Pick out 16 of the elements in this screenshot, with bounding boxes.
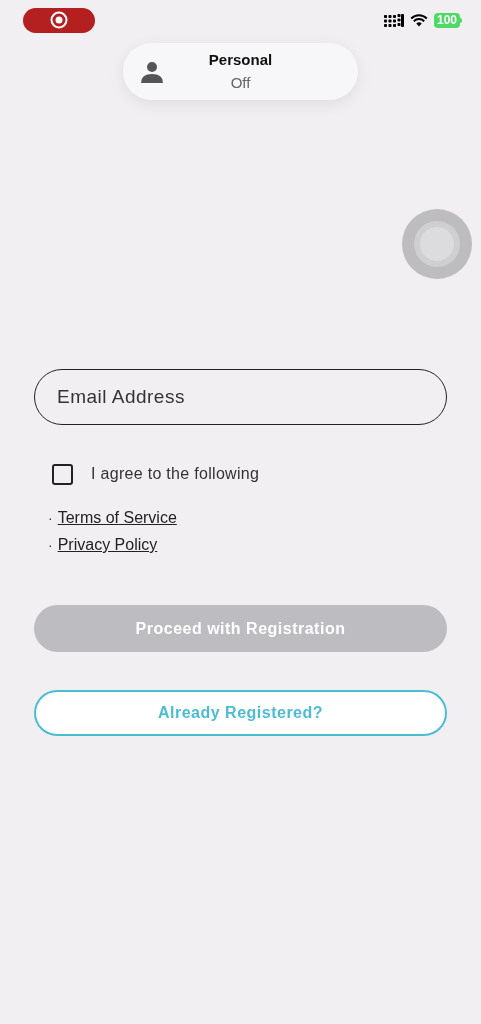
wifi-icon	[409, 13, 428, 27]
agree-checkbox[interactable]	[52, 463, 73, 485]
focus-title: Personal	[208, 50, 273, 70]
bullet: ·	[48, 535, 53, 555]
agree-label: I agree to the following	[91, 464, 260, 484]
focus-mode-banner[interactable]: Personal Off	[123, 43, 358, 100]
screen-recording-indicator[interactable]	[23, 7, 95, 33]
bullet: ·	[48, 508, 53, 528]
focus-state: Off	[230, 72, 251, 93]
signal-icon	[383, 13, 404, 27]
person-icon	[141, 60, 163, 83]
email-field[interactable]: Email Address	[34, 369, 447, 425]
battery-level: 100	[433, 12, 460, 28]
policy-link[interactable]: Terms of Service	[57, 506, 177, 530]
record-icon	[50, 11, 68, 29]
policy-link[interactable]: Privacy Policy	[57, 533, 158, 557]
